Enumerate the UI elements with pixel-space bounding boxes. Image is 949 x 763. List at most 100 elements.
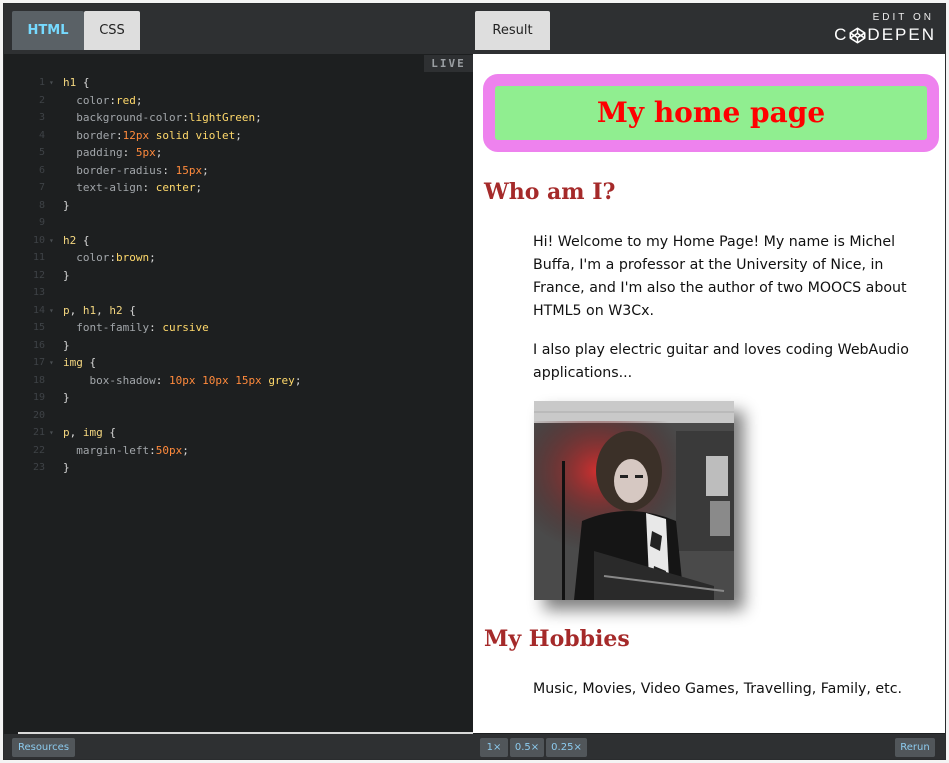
code-token: ;	[235, 128, 242, 142]
code-token: font-family	[63, 321, 150, 334]
code-line: 14 ▾ p, h1, h2 {	[4, 302, 473, 320]
code-token: p	[63, 426, 70, 439]
code-token: color	[63, 251, 110, 264]
code-token: }	[63, 461, 70, 474]
code-text: p, h1, h2 {	[63, 302, 136, 320]
code-token: border	[63, 128, 116, 142]
fold-arrow-icon[interactable]: ▾	[49, 232, 54, 250]
line-number: 12	[32, 269, 45, 281]
line-number: 21	[32, 427, 45, 438]
line-number: 17	[32, 357, 45, 368]
code-token: {	[82, 356, 97, 369]
line-number: 3	[38, 112, 45, 123]
code-text: p, img {	[63, 424, 116, 442]
code-token: margin-left	[63, 443, 150, 457]
tab-html[interactable]: HTML	[12, 11, 84, 50]
line-number: 2	[38, 94, 45, 106]
code-text: img {	[63, 354, 96, 372]
code-line: 18 box-shadow: 10px 10px 15px grey;	[4, 372, 473, 390]
code-line: 16}	[4, 337, 473, 355]
line-number: 13	[32, 287, 45, 298]
code-line: 13	[4, 284, 473, 302]
code-text: h1 {	[63, 74, 90, 92]
edit-on-codepen-link[interactable]: EDIT ON C DEPEN	[834, 12, 936, 46]
code-token: ;	[195, 181, 203, 194]
line-number: 11	[32, 252, 45, 263]
code-token: }	[63, 391, 70, 404]
code-line: 5 padding: 5px;	[4, 144, 473, 162]
fold-arrow-icon[interactable]: ▾	[49, 424, 54, 442]
code-line: 7 text-align: center;	[4, 179, 473, 197]
code-line: 23}	[4, 459, 473, 477]
code-token: ;	[182, 443, 189, 457]
code-text: padding: 5px;	[63, 144, 162, 162]
zoom-05x-button[interactable]: 0.5×	[510, 738, 544, 757]
code-token: 15px	[175, 163, 203, 177]
line-number: 9	[38, 217, 45, 228]
code-text: }	[63, 197, 70, 215]
code-line: 2 color:red;	[4, 92, 473, 110]
bottom-bar: Resources 1× 0.5× 0.25× Rerun	[4, 734, 945, 759]
tab-result[interactable]: Result	[475, 11, 550, 50]
code-text: text-align: center;	[63, 179, 202, 197]
code-line: 19}	[4, 389, 473, 407]
code-token: p	[63, 303, 70, 317]
tab-css[interactable]: CSS	[84, 11, 140, 50]
code-line: 8}	[4, 197, 473, 215]
line-number: 7	[38, 182, 45, 193]
code-token: :	[149, 321, 163, 334]
code-token: :	[109, 93, 116, 107]
code-token: ;	[155, 146, 163, 159]
zoom-1x-button[interactable]: 1×	[480, 738, 508, 757]
codepen-logo: C DEPEN	[834, 25, 936, 45]
code-token: ;	[149, 251, 156, 264]
code-line: 12}	[4, 267, 473, 285]
line-number: 18	[32, 374, 45, 386]
code-token: :	[149, 443, 156, 457]
code-token: background-color	[63, 111, 183, 124]
resources-button[interactable]: Resources	[12, 738, 75, 757]
code-token: ,	[69, 426, 83, 439]
code-token: lightGreen	[188, 111, 256, 124]
code-token: }	[63, 198, 70, 212]
code-token: cursive	[162, 321, 209, 334]
fold-arrow-icon[interactable]: ▾	[49, 74, 54, 92]
codepen-embed: HTML CSS Result EDIT ON C DEPEN LIVE 1 ▾…	[3, 3, 946, 760]
code-token: text-align	[63, 181, 143, 194]
code-token: img	[82, 426, 103, 439]
line-number: 6	[38, 164, 45, 176]
preview-paragraph-hobbies: Music, Movies, Video Games, Travelling, …	[533, 681, 903, 697]
code-line: 21 ▾ p, img {	[4, 424, 473, 442]
code-text: margin-left:50px;	[63, 442, 189, 460]
fold-arrow-icon[interactable]: ▾	[49, 302, 54, 320]
code-token: :	[142, 181, 156, 194]
line-number: 20	[32, 409, 45, 421]
line-number: 19	[32, 392, 45, 403]
code-token: center	[155, 181, 196, 194]
codepen-brand-right: DEPEN	[867, 25, 936, 44]
line-number: 14	[32, 304, 45, 316]
code-token: ;	[255, 111, 262, 124]
code-line: 10 ▾ h2 {	[4, 232, 473, 250]
code-line: 15 font-family: cursive	[4, 319, 473, 337]
code-line: 4 border:12px solid violet;	[4, 127, 473, 145]
code-token: h1	[82, 303, 97, 317]
code-token: ,	[69, 303, 83, 317]
code-token: :	[155, 373, 169, 387]
code-token: :	[162, 163, 176, 177]
rerun-button[interactable]: Rerun	[895, 738, 935, 757]
fold-arrow-icon[interactable]: ▾	[49, 354, 54, 372]
guitarist-photo-image	[534, 401, 734, 600]
code-token: 10px 10px 15px	[168, 373, 262, 387]
code-token: h2	[109, 303, 123, 317]
code-token: img	[63, 356, 83, 369]
code-line: 22 margin-left:50px;	[4, 442, 473, 460]
code-editor[interactable]: LIVE 1 ▾ h1 {2 color:red; 3 background-colo…	[4, 54, 473, 733]
line-number: 1	[38, 77, 45, 88]
line-number: 8	[38, 199, 45, 211]
code-token: 5px	[135, 146, 156, 159]
edit-on-label: EDIT ON	[872, 12, 934, 23]
zoom-025x-button[interactable]: 0.25×	[546, 738, 587, 757]
line-number: 22	[32, 444, 45, 456]
code-token: ;	[135, 93, 143, 107]
